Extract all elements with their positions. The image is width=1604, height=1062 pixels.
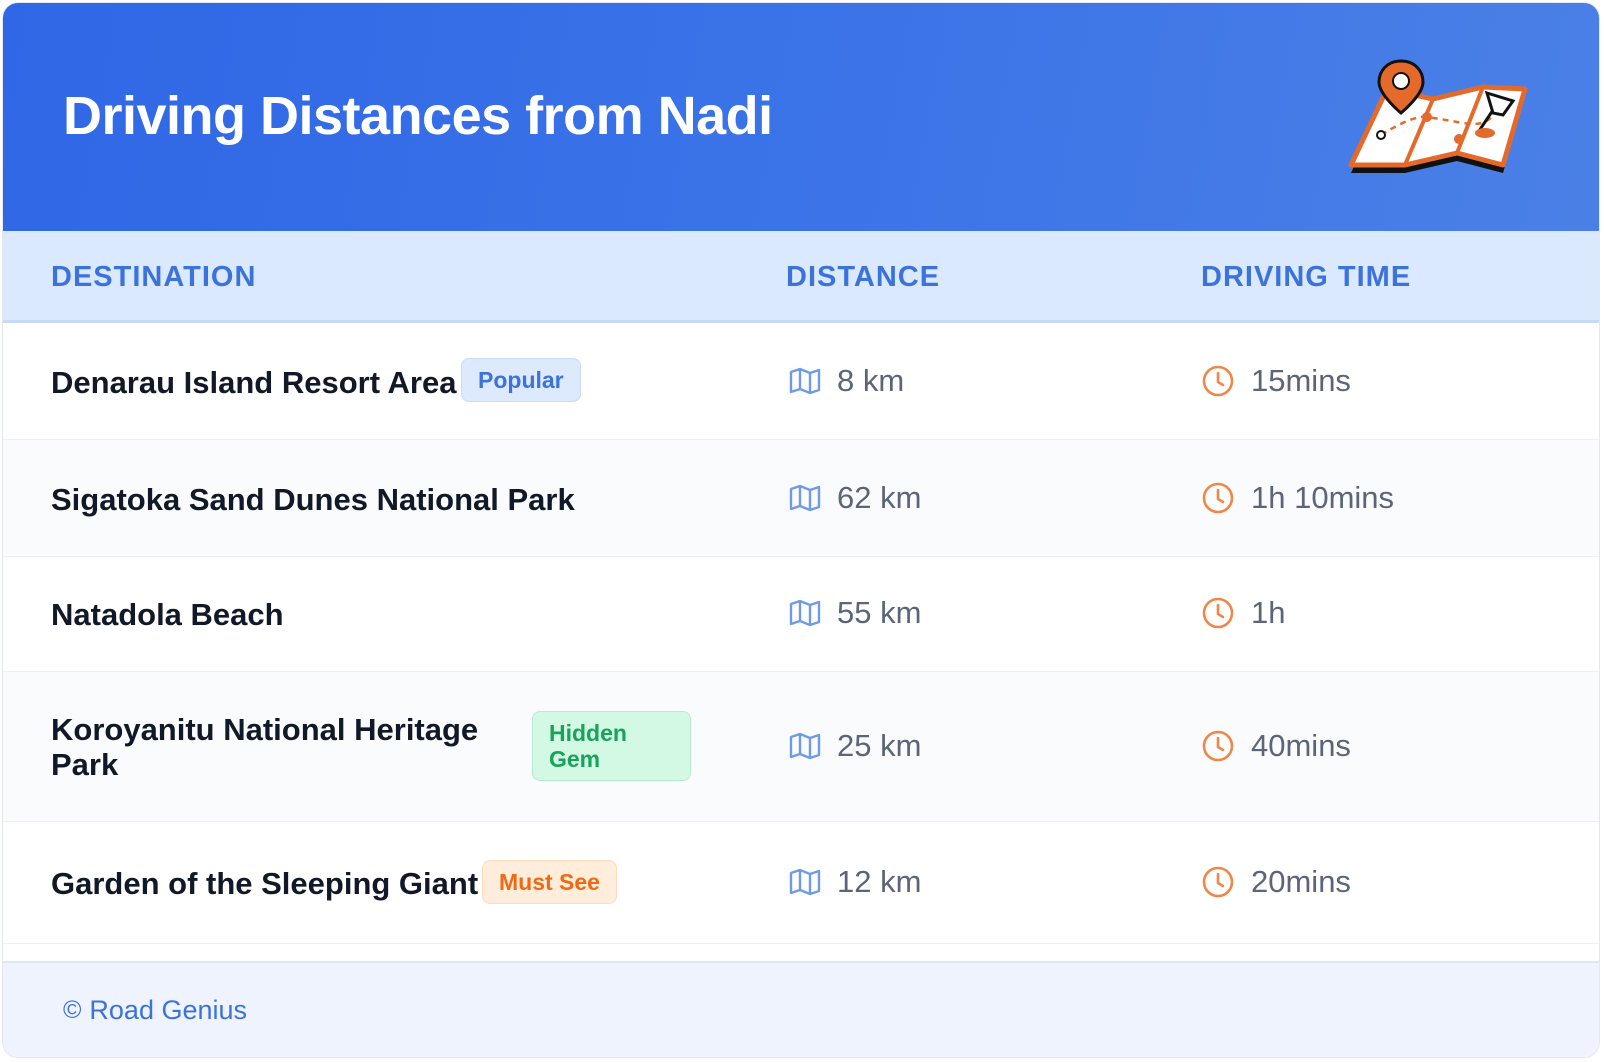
map-icon	[789, 868, 821, 896]
destination-name: Sigatoka Sand Dunes National Park	[51, 482, 575, 517]
distance-value: 55 km	[837, 595, 922, 630]
destination-name: Natadola Beach	[51, 597, 284, 632]
footer-credit: © Road Genius	[63, 995, 247, 1026]
clock-icon	[1202, 730, 1234, 762]
header-banner: Driving Distances from Nadi	[3, 3, 1599, 231]
time-cell: 40mins	[1201, 728, 1351, 764]
time-cell: 1h 10mins	[1201, 480, 1394, 516]
table-row: Garden of the Sleeping Giant Must See 12…	[3, 822, 1599, 944]
destination-name: Garden of the Sleeping Giant	[51, 866, 479, 901]
badge-line1: Hidden	[549, 720, 627, 746]
map-icon	[789, 732, 821, 760]
hidden-gem-badge: Hidden Gem	[532, 711, 691, 781]
distance-value: 8 km	[837, 363, 905, 398]
time-value: 40mins	[1251, 728, 1351, 763]
time-value: 1h	[1251, 595, 1286, 630]
column-header-distance: DISTANCE	[786, 261, 941, 293]
distance-value: 62 km	[837, 480, 922, 515]
footer: © Road Genius	[3, 961, 1599, 1057]
table-row: Koroyanitu National Heritage Park Hidden…	[3, 672, 1599, 822]
table-row: Natadola Beach 55 km 1h	[3, 557, 1599, 672]
page-title: Driving Distances from Nadi	[63, 86, 773, 146]
column-header-driving-time: DRIVING TIME	[1201, 261, 1412, 293]
distance-cell: 62 km	[789, 480, 921, 516]
must-see-badge: Must See	[482, 860, 617, 904]
distance-value: 25 km	[837, 728, 922, 763]
table-header: DESTINATION DISTANCE DRIVING TIME	[3, 231, 1599, 323]
clock-icon	[1202, 597, 1234, 629]
column-header-destination: DESTINATION	[51, 261, 257, 293]
table-row: Sigatoka Sand Dunes National Park 62 km …	[3, 440, 1599, 557]
map-with-pin-icon	[1348, 59, 1528, 173]
map-icon	[789, 599, 821, 627]
copyright-symbol: ©	[63, 996, 82, 1024]
distance-value: 12 km	[837, 864, 922, 899]
destination-name: Denarau Island Resort Area	[51, 365, 457, 400]
popular-badge: Popular	[461, 358, 581, 402]
map-icon	[789, 367, 821, 395]
badge-line2: Gem	[549, 746, 601, 772]
distance-cell: 12 km	[789, 864, 921, 900]
time-value: 1h 10mins	[1251, 480, 1395, 515]
distance-cell: 25 km	[789, 728, 921, 764]
time-cell: 1h	[1201, 595, 1285, 631]
time-cell: 15mins	[1201, 363, 1351, 399]
destination-name-line2: Park	[51, 747, 119, 782]
distance-cell: 55 km	[789, 595, 921, 631]
clock-icon	[1202, 866, 1234, 898]
time-value: 15mins	[1251, 363, 1351, 398]
destination-name-line1: Koroyanitu National Heritage	[51, 712, 479, 747]
map-icon	[789, 484, 821, 512]
time-cell: 20mins	[1201, 864, 1351, 900]
distances-card: Driving Distances from Nadi DESTINATION …	[2, 2, 1600, 1058]
table-row: Denarau Island Resort Area Popular 8 km …	[3, 323, 1599, 440]
footer-brand: Road Genius	[89, 995, 248, 1025]
clock-icon	[1202, 365, 1234, 397]
clock-icon	[1202, 482, 1234, 514]
distance-cell: 8 km	[789, 363, 904, 399]
time-value: 20mins	[1251, 864, 1351, 899]
